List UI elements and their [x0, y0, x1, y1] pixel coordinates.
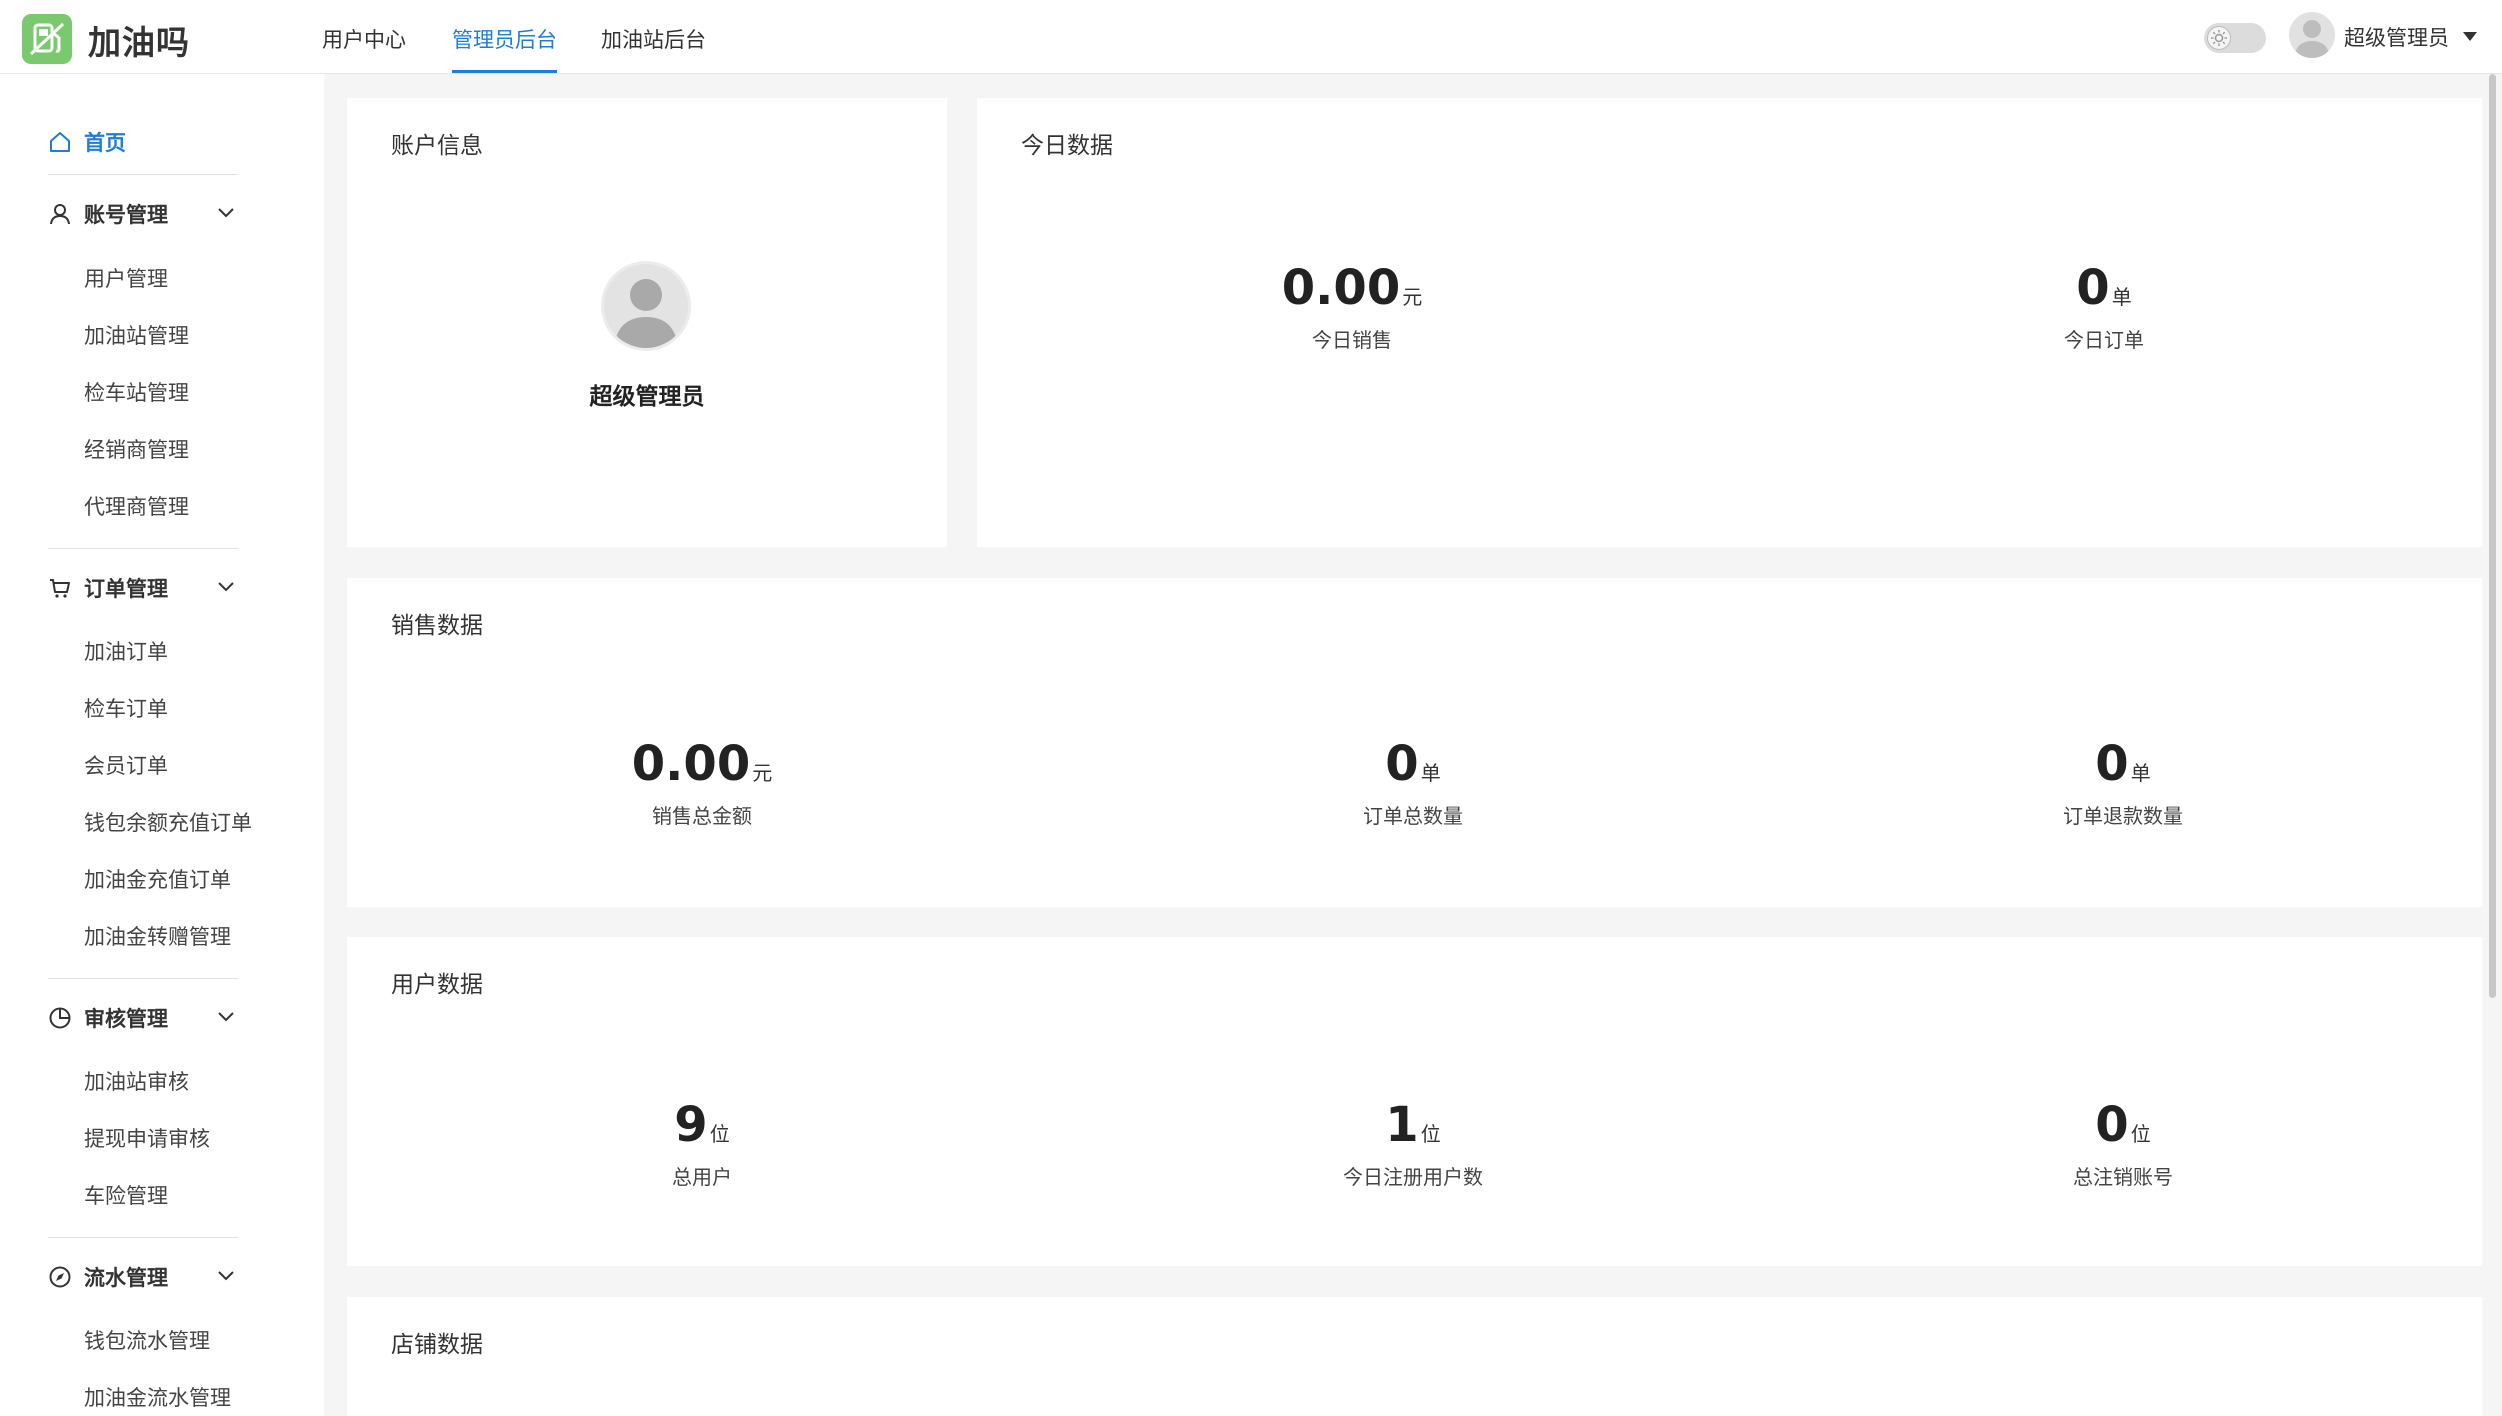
- chevron-down-icon: [218, 208, 234, 218]
- account-avatar: [601, 261, 691, 351]
- stat-today-orders: 0单 今日订单: [2064, 260, 2144, 353]
- sidebar-item-fuel-credit-recharge-orders[interactable]: 加油金充值订单: [84, 865, 231, 895]
- theme-toggle[interactable]: [2204, 23, 2266, 53]
- stat-unit: 位: [709, 1122, 730, 1146]
- sidebar-group-transactions[interactable]: 流水管理: [48, 1259, 248, 1295]
- stat-total-orders: 0单 订单总数量: [1363, 736, 1463, 829]
- stat-label: 总用户: [672, 1165, 732, 1189]
- sidebar-divider: [48, 978, 238, 979]
- user-avatar[interactable]: [2289, 12, 2335, 58]
- chevron-down-icon: [218, 1271, 234, 1281]
- sidebar-group-label: 订单管理: [84, 577, 168, 601]
- stat-today-sales: 0.00 元 今日销售: [1282, 260, 1422, 353]
- sidebar-item-label: 首页: [84, 131, 126, 155]
- stat-value: 9: [674, 1097, 708, 1153]
- app-logo-icon[interactable]: [22, 14, 72, 64]
- sidebar-item-inspection-orders[interactable]: 检车订单: [84, 694, 168, 724]
- stat-unit: 元: [1402, 285, 1423, 309]
- top-header: 加油吗 用户中心 管理员后台 加油站后台 超级管理员: [0, 0, 2502, 74]
- stat-label: 总注销账号: [2073, 1165, 2173, 1189]
- shop-data-card: 店铺数据: [347, 1297, 2482, 1416]
- sidebar-item-fuel-credit-transfer[interactable]: 加油金转赠管理: [84, 922, 231, 952]
- today-data-card: 今日数据 0.00 元 今日销售 0单 今日订单: [977, 98, 2482, 547]
- account-name: 超级管理员: [589, 384, 705, 410]
- sidebar-group-orders[interactable]: 订单管理: [48, 570, 248, 606]
- tab-admin-backend[interactable]: 管理员后台: [452, 24, 557, 54]
- stat-label: 销售总金额: [652, 804, 752, 828]
- stat-value: 1: [1385, 1097, 1419, 1153]
- sidebar-divider: [48, 548, 238, 549]
- stat-label: 订单退款数量: [2063, 804, 2183, 828]
- app-name: 加油吗: [88, 23, 190, 62]
- sidebar-item-home[interactable]: 首页: [48, 124, 126, 160]
- sidebar: 首页 账号管理 用户管理 加油站管理 检车站管理 经销商管理 代理商管理 订单管…: [0, 74, 324, 1416]
- card-title: 用户数据: [391, 972, 483, 998]
- sidebar-item-gas-station-review[interactable]: 加油站审核: [84, 1067, 189, 1097]
- user-icon: [50, 204, 70, 225]
- card-title: 账户信息: [391, 133, 483, 159]
- stat-unit: 单: [1420, 761, 1441, 785]
- sidebar-group-label: 账号管理: [84, 203, 168, 227]
- sidebar-item-member-orders[interactable]: 会员订单: [84, 751, 168, 781]
- card-title: 今日数据: [1021, 133, 1113, 159]
- sidebar-group-account[interactable]: 账号管理: [48, 196, 248, 232]
- sidebar-divider: [48, 1237, 238, 1238]
- sidebar-item-car-insurance[interactable]: 车险管理: [84, 1181, 168, 1211]
- stat-unit: 单: [2111, 285, 2132, 309]
- caret-down-icon[interactable]: [2463, 32, 2477, 41]
- stat-refund-orders: 0单 订单退款数量: [2063, 736, 2183, 829]
- card-title: 销售数据: [391, 613, 483, 639]
- stat-value: 0: [2095, 736, 2129, 792]
- stat-label: 订单总数量: [1363, 804, 1463, 828]
- pie-chart-icon: [49, 1007, 71, 1029]
- active-tab-indicator: [452, 70, 557, 73]
- tab-gas-station-backend[interactable]: 加油站后台: [601, 24, 706, 54]
- sidebar-item-dealer-management[interactable]: 经销商管理: [84, 435, 189, 465]
- sidebar-item-gas-station-management[interactable]: 加油站管理: [84, 321, 189, 351]
- sidebar-group-label: 审核管理: [84, 1007, 168, 1031]
- account-info-card: 账户信息 超级管理员: [347, 98, 947, 547]
- vertical-scrollbar[interactable]: [2489, 74, 2496, 998]
- stat-unit: 元: [752, 761, 773, 785]
- stat-today-registrations: 1位 今日注册用户数: [1343, 1097, 1483, 1190]
- sidebar-item-withdrawal-review[interactable]: 提现申请审核: [84, 1124, 210, 1154]
- stat-label: 今日注册用户数: [1343, 1165, 1483, 1189]
- stat-unit: 位: [2130, 1122, 2151, 1146]
- sidebar-item-user-management[interactable]: 用户管理: [84, 264, 168, 294]
- user-name-menu[interactable]: 超级管理员: [2344, 22, 2449, 52]
- home-icon: [50, 132, 70, 152]
- sidebar-item-agent-management[interactable]: 代理商管理: [84, 492, 189, 522]
- stat-unit: 位: [1420, 1122, 1441, 1146]
- stat-label: 今日订单: [2064, 328, 2144, 352]
- card-title: 店铺数据: [391, 1332, 483, 1358]
- stat-value: 0.00: [1281, 260, 1401, 316]
- sidebar-group-label: 流水管理: [84, 1266, 168, 1290]
- sidebar-item-wallet-transactions[interactable]: 钱包流水管理: [84, 1326, 210, 1356]
- stat-value: 0.00: [631, 736, 751, 792]
- sidebar-item-inspection-station-management[interactable]: 检车站管理: [84, 378, 189, 408]
- sidebar-divider: [48, 174, 238, 175]
- stat-deleted-accounts: 0位 总注销账号: [2073, 1097, 2173, 1190]
- stat-label: 今日销售: [1312, 328, 1392, 352]
- chevron-down-icon: [218, 1012, 234, 1022]
- stat-total-users: 9位 总用户: [672, 1097, 732, 1190]
- sidebar-item-fuel-credit-transactions[interactable]: 加油金流水管理: [84, 1383, 231, 1413]
- compass-icon: [49, 1266, 71, 1288]
- sidebar-item-wallet-recharge-orders[interactable]: 钱包余额充值订单: [84, 808, 252, 838]
- sidebar-group-review[interactable]: 审核管理: [48, 1000, 248, 1036]
- cart-icon: [50, 579, 70, 598]
- stat-unit: 单: [2130, 761, 2151, 785]
- tab-user-center[interactable]: 用户中心: [322, 24, 406, 54]
- stat-value: 0: [2095, 1097, 2129, 1153]
- sidebar-item-fuel-orders[interactable]: 加油订单: [84, 637, 168, 667]
- sun-icon: [2207, 26, 2231, 50]
- stat-value: 0: [2076, 260, 2110, 316]
- stat-value: 0: [1385, 736, 1419, 792]
- chevron-down-icon: [218, 582, 234, 592]
- user-data-card: 用户数据 9位 总用户 1位 今日注册用户数 0位 总注销账号: [347, 937, 2482, 1266]
- stat-total-sales: 0.00 元 销售总金额: [632, 736, 772, 829]
- sales-data-card: 销售数据 0.00 元 销售总金额 0单 订单总数量 0单 订单退款数量: [347, 578, 2482, 907]
